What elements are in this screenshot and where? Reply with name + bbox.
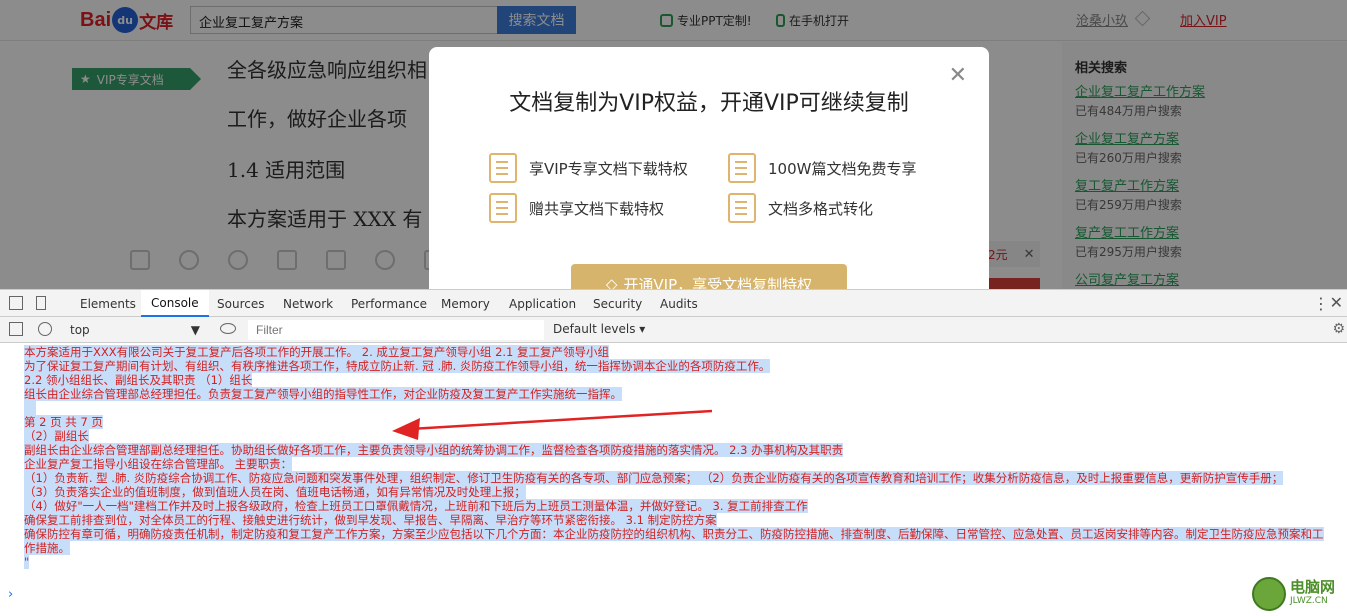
- log-text: 确保防控有章可循，明确防疫责任机制，制定防疫和复工复产工作方案，方案至少应包括以…: [24, 527, 1324, 555]
- feature-item: 赠共享文档下载特权: [489, 193, 664, 223]
- tab-network[interactable]: Network: [273, 290, 343, 317]
- device-toolbar-icon[interactable]: [36, 296, 46, 310]
- feature-label: 100W篇文档免费专享: [768, 159, 917, 178]
- diamond-icon: ◇: [605, 275, 618, 289]
- open-vip-button[interactable]: ◇ 开通VIP，享受文档复制特权: [571, 264, 847, 289]
- log-text: 确保复工前排查到位，对全体员工的行程、接触史进行统计，做到早发现、早报告、早隔离…: [24, 513, 717, 527]
- open-vip-button-label: 开通VIP，享受文档复制特权: [623, 275, 813, 290]
- tab-elements[interactable]: Elements: [70, 290, 146, 317]
- close-devtools-icon[interactable]: ✕: [1330, 293, 1343, 312]
- vip-copy-modal: ✕ 文档复制为VIP权益，开通VIP可继续复制 享VIP专享文档下载特权 100…: [429, 47, 989, 289]
- console-log-line: [24, 401, 1324, 415]
- tab-audits[interactable]: Audits: [650, 290, 708, 317]
- tab-memory[interactable]: Memory: [431, 290, 500, 317]
- tab-sources[interactable]: Sources: [207, 290, 274, 317]
- console-log-line: 第 2 页 共 7 页: [24, 415, 1324, 429]
- chevron-down-icon: ▼: [190, 323, 200, 337]
- log-text: （1）负责新. 型 .肺. 炎防疫综合协调工作、防疫应急问题和突发事件处理，组织…: [24, 471, 1284, 485]
- log-text: （3）负责落实企业的值班制度，做到值班人员在岗、值班电话畅通，如有异常情况及时处…: [24, 485, 526, 499]
- console-log: 本方案适用于XXX有限公司关于复工复产后各项工作的开展工作。 2. 成立复工复产…: [24, 345, 1324, 569]
- log-text: 第 2 页 共 7 页: [24, 415, 103, 429]
- context-select-value: top: [70, 323, 90, 337]
- more-menu-icon[interactable]: ⋮: [1313, 294, 1329, 313]
- tab-application[interactable]: Application: [499, 290, 586, 317]
- feature-item: 100W篇文档免费专享: [728, 153, 916, 183]
- console-log-line: （2）副组长: [24, 429, 1324, 443]
- console-filter-input[interactable]: [248, 320, 544, 340]
- log-text: 为了保证复工复产期间有计划、有组织、有秩序推进各项工作，特成立防止新. 冠 .肺…: [24, 359, 771, 373]
- watermark-cn: 电脑网: [1290, 578, 1336, 596]
- log-text: 企业复产复工指导小组设在综合管理部。 主要职责：: [24, 457, 293, 471]
- tab-performance[interactable]: Performance: [341, 290, 437, 317]
- console-log-line: （3）负责落实企业的值班制度，做到值班人员在岗、值班电话畅通，如有异常情况及时处…: [24, 485, 1324, 499]
- log-levels-select[interactable]: Default levels ▾: [553, 322, 645, 336]
- console-log-line: 确保复工前排查到位，对全体员工的行程、接触史进行统计，做到早发现、早报告、早隔离…: [24, 513, 1324, 527]
- console-log-line: 2.2 领小组组长、副组长及其职责 （1）组长: [24, 373, 1324, 387]
- free-doc-icon: [728, 153, 756, 183]
- console-log-line: 本方案适用于XXX有限公司关于复工复产后各项工作的开展工作。 2. 成立复工复产…: [24, 345, 1324, 359]
- log-text: （4）做好"一人一档"建档工作并及时上报各级政府，检查上班员工口罩佩戴情况，上班…: [24, 499, 808, 513]
- watermark-text: 电脑网 JLWZ.CN: [1290, 580, 1335, 608]
- feature-label: 享VIP专享文档下载特权: [529, 159, 688, 178]
- inspect-element-icon[interactable]: [9, 296, 23, 310]
- console-log-line: （1）负责新. 型 .肺. 炎防疫综合协调工作、防疫应急问题和突发事件处理，组织…: [24, 471, 1324, 485]
- console-toolbar: top ▼ Default levels ▾ ⚙: [0, 317, 1347, 343]
- feature-label: 赠共享文档下载特权: [529, 199, 665, 218]
- modal-title: 文档复制为VIP权益，开通VIP可继续复制: [509, 91, 909, 116]
- shared-doc-icon: [489, 193, 517, 223]
- feature-item: 文档多格式转化: [728, 193, 873, 223]
- devtools-panel: Elements Console Sources Network Perform…: [0, 289, 1347, 616]
- log-text: 2.2 领小组组长、副组长及其职责 （1）组长: [24, 373, 253, 387]
- clear-console-icon[interactable]: [38, 322, 52, 336]
- gear-icon[interactable]: ⚙: [1332, 321, 1345, 337]
- console-prompt-icon[interactable]: ›: [8, 587, 13, 602]
- console-log-line: 副组长由企业综合管理部副总经理担任。协助组长做好各项工作，主要负责领导小组的统筹…: [24, 443, 1324, 457]
- console-log-line: 组长由企业综合管理部总经理担任。负责复工复产领导小组的指导性工作，对企业防疫及复…: [24, 387, 1324, 401]
- convert-doc-icon: [728, 193, 756, 223]
- bug-mascot-icon: [1252, 577, 1286, 611]
- console-output[interactable]: 本方案适用于XXX有限公司关于复工复产后各项工作的开展工作。 2. 成立复工复产…: [0, 343, 1347, 616]
- watermark-en: JLWZ.CN: [1290, 596, 1328, 606]
- log-text: 组长由企业综合管理部总经理担任。负责复工复产领导小组的指导性工作，对企业防疫及复…: [24, 387, 622, 401]
- close-icon[interactable]: ✕: [949, 65, 967, 87]
- console-log-line: 确保防控有章可循，明确防疫责任机制，制定防疫和复工复产工作方案，方案至少应包括以…: [24, 527, 1324, 555]
- web-page: Bai du 文库 企业复工复产方案 搜索文档 专业PPT定制! 在手机打开 沧…: [0, 0, 1347, 289]
- log-text: [24, 401, 36, 415]
- site-watermark: 电脑网 JLWZ.CN: [1252, 572, 1347, 616]
- console-log-line: 企业复产复工指导小组设在综合管理部。 主要职责：: [24, 457, 1324, 471]
- tab-security[interactable]: Security: [583, 290, 652, 317]
- tab-console[interactable]: Console: [141, 290, 209, 317]
- vip-doc-icon: [489, 153, 517, 183]
- context-select[interactable]: top ▼: [66, 321, 204, 339]
- log-text: 本方案适用于XXX有限公司关于复工复产后各项工作的开展工作。 2. 成立复工复产…: [24, 345, 610, 359]
- console-log-line: 为了保证复工复产期间有计划、有组织、有秩序推进各项工作，特成立防止新. 冠 .肺…: [24, 359, 1324, 373]
- feature-item: 享VIP专享文档下载特权: [489, 153, 688, 183]
- screenshot-root: Bai du 文库 企业复工复产方案 搜索文档 专业PPT定制! 在手机打开 沧…: [0, 0, 1347, 616]
- sidebar-toggle-icon[interactable]: [9, 322, 23, 336]
- log-text: （2）副组长: [24, 429, 89, 443]
- console-log-line: （4）做好"一人一档"建档工作并及时上报各级政府，检查上班员工口罩佩戴情况，上班…: [24, 499, 1324, 513]
- eye-icon[interactable]: [220, 323, 236, 334]
- devtools-tabbar: Elements Console Sources Network Perform…: [0, 290, 1347, 317]
- log-text: 副组长由企业综合管理部副总经理担任。协助组长做好各项工作，主要负责领导小组的统筹…: [24, 443, 844, 457]
- log-text: ": [24, 555, 30, 569]
- feature-label: 文档多格式转化: [768, 199, 874, 218]
- console-log-line: ": [24, 555, 1324, 569]
